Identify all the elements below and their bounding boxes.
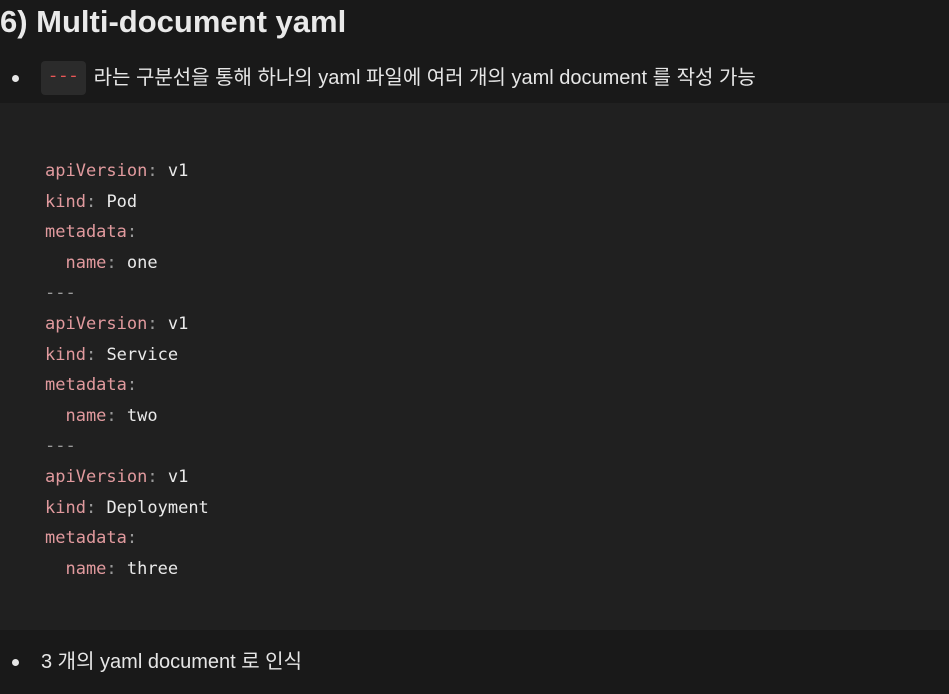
yaml-key: name bbox=[45, 252, 107, 273]
code-line: apiVersion: v1 bbox=[45, 161, 189, 181]
inline-code: --- bbox=[41, 61, 86, 95]
yaml-key: apiVersion bbox=[45, 161, 148, 181]
code-line: apiVersion: v1 bbox=[45, 313, 189, 334]
bullet-text: 3 개의 yaml document 로 인식 bbox=[41, 651, 302, 673]
yaml-value: two bbox=[126, 405, 158, 426]
bullet-dot-icon bbox=[12, 74, 19, 82]
bullet-item: --- 라는 구분선을 통해 하나의 yaml 파일에 여러 개의 yaml d… bbox=[12, 61, 756, 95]
code-line: --- bbox=[45, 278, 209, 309]
yaml-key: apiVersion bbox=[45, 313, 148, 334]
section-heading: 6) Multi-document yaml bbox=[0, 4, 347, 39]
code-line: name: one bbox=[45, 252, 158, 273]
code-line: kind: Pod bbox=[45, 191, 138, 212]
code-content: apiVersion: v1 kind: Pod metadata: name: o… bbox=[45, 156, 209, 584]
yaml-separator: --- bbox=[45, 283, 76, 304]
yaml-key: kind bbox=[45, 344, 86, 365]
code-line: --- bbox=[45, 431, 209, 462]
yaml-value: v1 bbox=[167, 161, 189, 181]
bullet-dot-icon bbox=[12, 658, 19, 666]
yaml-key: apiVersion bbox=[45, 466, 148, 487]
yaml-value: Pod bbox=[106, 191, 138, 212]
code-line: name: two bbox=[45, 405, 158, 426]
yaml-value: one bbox=[126, 252, 158, 273]
yaml-value: v1 bbox=[167, 313, 189, 334]
code-line: metadata: bbox=[45, 222, 148, 243]
yaml-key: name bbox=[45, 405, 107, 426]
yaml-value: v1 bbox=[167, 466, 189, 487]
code-line: apiVersion: v1 bbox=[45, 466, 189, 487]
bullet-text: 라는 구분선을 통해 하나의 yaml 파일에 여러 개의 yaml docum… bbox=[93, 67, 756, 89]
yaml-separator: --- bbox=[45, 436, 76, 457]
code-block[interactable]: apiVersion: v1 kind: Pod metadata: name: o… bbox=[0, 103, 949, 630]
yaml-value: three bbox=[126, 558, 179, 579]
code-line: kind: Service bbox=[45, 344, 179, 365]
code-line: kind: Deployment bbox=[45, 497, 209, 518]
yaml-key: kind bbox=[45, 497, 86, 518]
yaml-value: Service bbox=[106, 344, 179, 365]
yaml-key: metadata bbox=[45, 528, 127, 549]
code-line: metadata: bbox=[45, 375, 148, 396]
yaml-value: Deployment bbox=[106, 497, 209, 518]
code-line: metadata: bbox=[45, 528, 148, 549]
yaml-key: name bbox=[45, 558, 107, 579]
yaml-key: metadata bbox=[45, 222, 127, 243]
yaml-key: metadata bbox=[45, 375, 127, 396]
yaml-key: kind bbox=[45, 191, 86, 212]
bullet-item: 3 개의 yaml document 로 인식 bbox=[12, 647, 302, 677]
code-line: name: three bbox=[45, 558, 179, 579]
